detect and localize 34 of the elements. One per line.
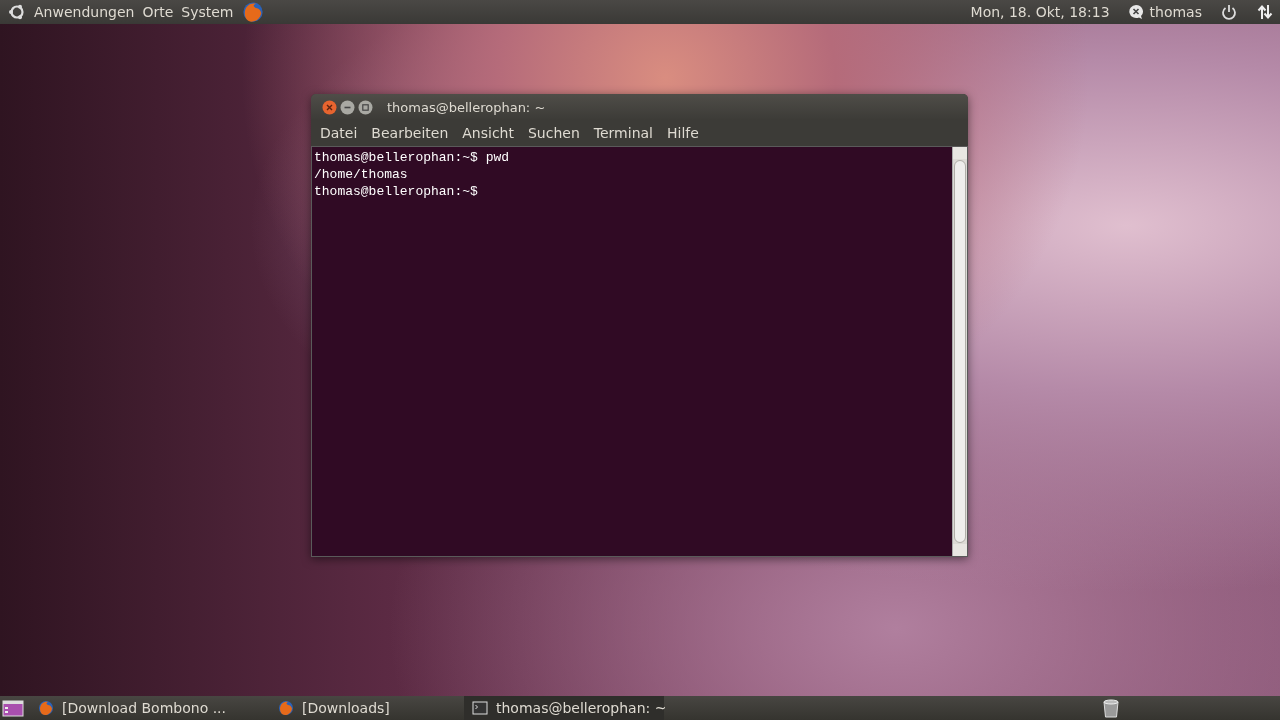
terminal-output-area[interactable]: thomas@bellerophan:~$ pwd /home/thomas thomas@bellerophan:~$ xyxy=(312,147,952,556)
show-desktop-icon[interactable] xyxy=(2,699,24,717)
power-icon[interactable] xyxy=(1220,3,1238,21)
browser-icon xyxy=(278,700,294,716)
terminal-line: thomas@bellerophan:~$ xyxy=(314,183,479,200)
user-name[interactable]: thomas xyxy=(1149,4,1202,20)
menu-item[interactable]: Datei xyxy=(320,125,358,141)
menu-item[interactable]: Ansicht xyxy=(462,125,514,141)
panel-menu[interactable]: Orte xyxy=(142,4,174,20)
panel-menu[interactable]: Anwendungen xyxy=(34,4,135,20)
ubuntu-logo-icon[interactable] xyxy=(8,3,26,21)
taskbar-button[interactable]: thomas@bellerophan: ~ xyxy=(464,696,664,720)
scrollbar-thumb[interactable] xyxy=(954,160,966,543)
taskbar-button[interactable]: [Downloads] xyxy=(264,696,464,720)
menu-item[interactable]: Terminal xyxy=(593,125,653,141)
panel-menu[interactable]: System xyxy=(181,4,234,20)
menu-item[interactable]: Hilfe xyxy=(667,125,699,141)
terminal-line: thomas@bellerophan:~$ pwd xyxy=(314,149,511,166)
browser-launcher-icon[interactable] xyxy=(241,1,264,23)
close-button[interactable] xyxy=(322,99,337,115)
network-arrows-icon[interactable] xyxy=(1256,3,1274,21)
menu-item[interactable]: Bearbeiten xyxy=(371,125,449,141)
window-title: thomas@bellerophan: ~ xyxy=(387,99,546,115)
menu-item[interactable]: Suchen xyxy=(528,125,580,141)
taskbar-button[interactable]: [Download Bombono ... xyxy=(24,696,264,720)
terminal-line: /home/thomas xyxy=(314,166,409,183)
maximize-button[interactable] xyxy=(358,99,373,115)
trash-icon[interactable] xyxy=(1102,698,1120,718)
status-bubble-icon[interactable] xyxy=(1127,4,1144,20)
clock[interactable]: Mon, 18. Okt, 18:13 xyxy=(970,4,1110,20)
terminal-icon xyxy=(472,701,488,715)
minimize-button[interactable] xyxy=(340,99,355,115)
browser-icon xyxy=(38,700,54,716)
scrollbar[interactable] xyxy=(952,147,967,556)
